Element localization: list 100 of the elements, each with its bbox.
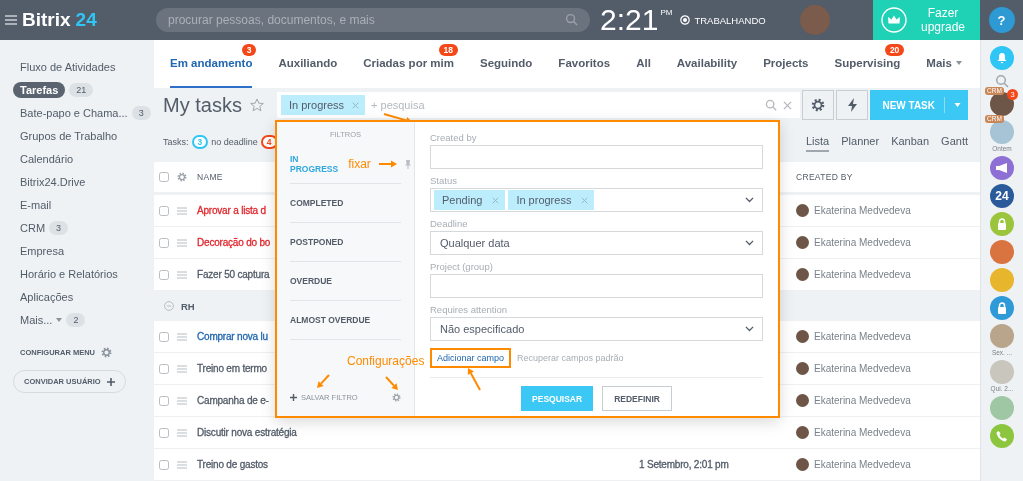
contact-avatar[interactable] (990, 92, 1014, 116)
sidebar-item[interactable]: Tarefas (13, 81, 66, 98)
collapse-icon[interactable] (164, 301, 174, 311)
checkbox[interactable] (159, 459, 169, 470)
field-label: Created by (430, 132, 478, 145)
count-badge: 3 (131, 105, 151, 120)
caret-icon (56, 317, 63, 322)
count-badge: 3 (241, 44, 257, 56)
sidebar-item[interactable]: E-mail (20, 196, 52, 213)
notification-button[interactable] (990, 46, 1014, 70)
menu-icon[interactable] (5, 15, 17, 25)
view-tab[interactable]: Gantt (941, 132, 968, 152)
drag-handle-icon[interactable] (177, 238, 187, 247)
task-name[interactable]: Campanha de e- (197, 395, 269, 406)
view-tab[interactable]: Lista (806, 132, 830, 152)
drag-handle-icon[interactable] (177, 396, 187, 405)
filter-preset[interactable]: OVERDUE (290, 262, 401, 301)
chat-button[interactable]: 24 (990, 184, 1014, 208)
task-name[interactable]: Treino em termo (197, 363, 267, 374)
creator-name: Ekaterina Medvedeva (814, 459, 911, 470)
drag-handle-icon[interactable] (177, 460, 187, 469)
checkbox[interactable] (159, 427, 169, 438)
task-name[interactable]: Decoração do bo (197, 237, 271, 248)
tab[interactable]: Projects (763, 40, 809, 88)
sidebar-item[interactable]: Fluxo de Atividades (20, 58, 116, 75)
chat-button[interactable] (990, 296, 1014, 320)
sidebar-item[interactable]: Horário e Relatórios (20, 265, 118, 282)
filter-field[interactable] (430, 274, 763, 298)
sidebar-item[interactable]: Grupos de Trabalho (20, 127, 118, 144)
sidebar-item[interactable]: Bate-papo e Chama... (20, 104, 128, 121)
filter-preset[interactable]: ALMOST OVERDUE (290, 301, 401, 340)
filter-field[interactable]: Pending In progress (430, 188, 763, 212)
task-name[interactable]: Comprar nova lu (197, 331, 268, 342)
view-tab[interactable]: Planner (841, 132, 880, 152)
drag-handle-icon[interactable] (177, 332, 187, 341)
megaphone-icon (995, 163, 1009, 173)
status-tag[interactable]: Pending (434, 190, 506, 210)
call-button[interactable] (990, 424, 1014, 448)
filter-tag[interactable]: In progress (281, 95, 366, 115)
sidebar-item[interactable]: Empresa (20, 242, 65, 259)
field-value: Não especificado (440, 323, 525, 335)
sidebar-item[interactable]: Bitrix24.Drive (20, 173, 86, 190)
filter-preset[interactable]: POSTPONED (290, 223, 401, 262)
checkbox[interactable] (159, 205, 169, 216)
filter-preset[interactable]: COMPLETED (290, 184, 401, 223)
lightning-icon (847, 98, 857, 112)
creator-name: Ekaterina Medvedeva (814, 427, 911, 438)
sidebar-item[interactable]: Aplicações (20, 288, 74, 305)
task-name[interactable]: Treino de gastos (197, 459, 268, 470)
count-badge: 21 (69, 82, 94, 97)
add-field-link[interactable]: Adicionar campo (430, 348, 512, 368)
caret-icon (745, 240, 754, 246)
status-tag[interactable]: In progress (508, 190, 595, 210)
filter-field[interactable] (430, 145, 763, 169)
sidebar-item[interactable]: CRM (20, 219, 46, 236)
reset-button[interactable]: REDEFINIR (602, 386, 672, 411)
task-name[interactable]: Discutir nova estratégia (197, 427, 297, 438)
settings-icon[interactable] (392, 393, 401, 402)
chat-button[interactable] (990, 156, 1014, 180)
tab[interactable]: Em andamento 3 (170, 40, 253, 88)
filter-field[interactable]: Qualquer data (430, 231, 763, 255)
drag-handle-icon[interactable] (177, 270, 187, 279)
avatar-icon (796, 394, 809, 407)
filter-field[interactable]: Não especificado (430, 317, 763, 341)
avatar-icon (796, 268, 809, 281)
checkbox[interactable] (159, 172, 169, 182)
contact-avatar[interactable] (990, 120, 1014, 144)
checkbox[interactable] (159, 331, 169, 342)
preset-label: OVERDUE (290, 276, 333, 286)
flash-button[interactable] (836, 90, 869, 120)
search-icon (565, 13, 578, 26)
user-avatar[interactable] (800, 5, 830, 35)
deadline-text: 1 Setembro, 2:01 pm (639, 459, 729, 470)
contact-avatar[interactable] (990, 240, 1014, 264)
tab[interactable]: Auxiliando (278, 40, 338, 88)
checkbox[interactable] (159, 363, 169, 374)
drag-handle-icon[interactable] (177, 428, 187, 437)
checkbox[interactable] (159, 269, 169, 280)
sidebar-item[interactable]: Mais... (20, 311, 53, 328)
filter-search-field[interactable]: In progress + pesquisa (277, 92, 800, 118)
tab[interactable]: All (636, 40, 651, 88)
drag-handle-icon[interactable] (177, 364, 187, 373)
checkbox[interactable] (159, 237, 169, 248)
drag-handle-icon[interactable] (177, 206, 187, 215)
tab[interactable]: Favoritos (558, 40, 611, 88)
chat-button[interactable] (990, 212, 1014, 236)
tab[interactable]: Seguindo (479, 40, 533, 88)
checkbox[interactable] (159, 395, 169, 406)
avatar-icon (796, 426, 809, 439)
sidebar-item[interactable]: Calendário (20, 150, 74, 167)
star-icon[interactable] (249, 98, 264, 112)
tab[interactable]: Availability (676, 40, 738, 88)
search-icon[interactable] (995, 74, 1009, 88)
view-tab[interactable]: Kanban (891, 132, 930, 152)
tab[interactable]: Mais (926, 40, 962, 88)
avatar-icon (796, 458, 809, 471)
task-name[interactable]: Fazer 50 captura (197, 269, 270, 280)
task-name[interactable]: Aprovar a lista d (197, 205, 266, 216)
search-field[interactable]: procurar pessoas, documentos, e mais (156, 8, 590, 32)
settings-button[interactable] (802, 90, 835, 120)
